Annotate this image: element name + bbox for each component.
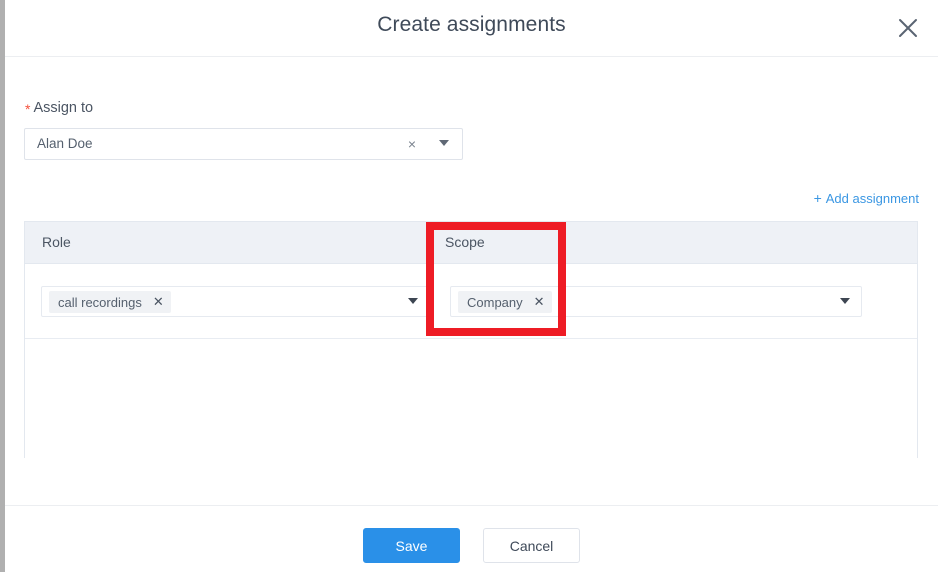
table-empty-area: [25, 339, 917, 459]
plus-icon: +: [814, 190, 822, 206]
chevron-down-icon[interactable]: [439, 140, 449, 146]
table-header-row: Role Scope: [25, 222, 917, 264]
modal-body: *Assign to Alan Doe × + Add assignment Ro…: [5, 57, 938, 505]
scope-chip: Company ✕: [458, 291, 552, 313]
required-marker: *: [25, 101, 30, 117]
role-chip: call recordings ✕: [49, 291, 171, 313]
clear-icon[interactable]: ×: [408, 135, 416, 153]
page-title: Create assignments: [5, 13, 938, 37]
scope-chevron-down-icon[interactable]: [840, 298, 850, 304]
modal-footer: Save Cancel: [5, 505, 938, 572]
assign-to-select[interactable]: Alan Doe ×: [24, 128, 463, 160]
add-assignment-label: Add assignment: [826, 191, 919, 206]
column-header-role: Role: [42, 234, 71, 250]
close-icon: [896, 16, 920, 40]
role-select[interactable]: call recordings ✕: [41, 286, 430, 317]
assign-to-label: *Assign to: [25, 99, 93, 116]
cancel-button[interactable]: Cancel: [483, 528, 580, 563]
role-chip-remove-icon[interactable]: ✕: [153, 294, 164, 310]
save-button[interactable]: Save: [363, 528, 460, 563]
table-row: call recordings ✕ Company ✕: [25, 264, 917, 339]
column-header-scope: Scope: [445, 234, 485, 250]
assign-to-value: Alan Doe: [37, 136, 93, 151]
role-chevron-down-icon[interactable]: [408, 298, 418, 304]
assign-to-label-text: Assign to: [33, 100, 93, 116]
role-chip-label: call recordings: [58, 295, 142, 310]
scope-chip-remove-icon[interactable]: ✕: [534, 294, 545, 310]
close-button[interactable]: [890, 10, 926, 46]
scope-chip-label: Company: [467, 295, 523, 310]
assignments-table: Role Scope call recordings ✕ Company ✕: [24, 221, 918, 458]
scope-select[interactable]: Company ✕: [450, 286, 862, 317]
create-assignments-modal: Create assignments *Assign to Alan Doe ×…: [0, 0, 938, 572]
modal-header: Create assignments: [5, 0, 938, 57]
add-assignment-button[interactable]: + Add assignment: [814, 190, 919, 206]
